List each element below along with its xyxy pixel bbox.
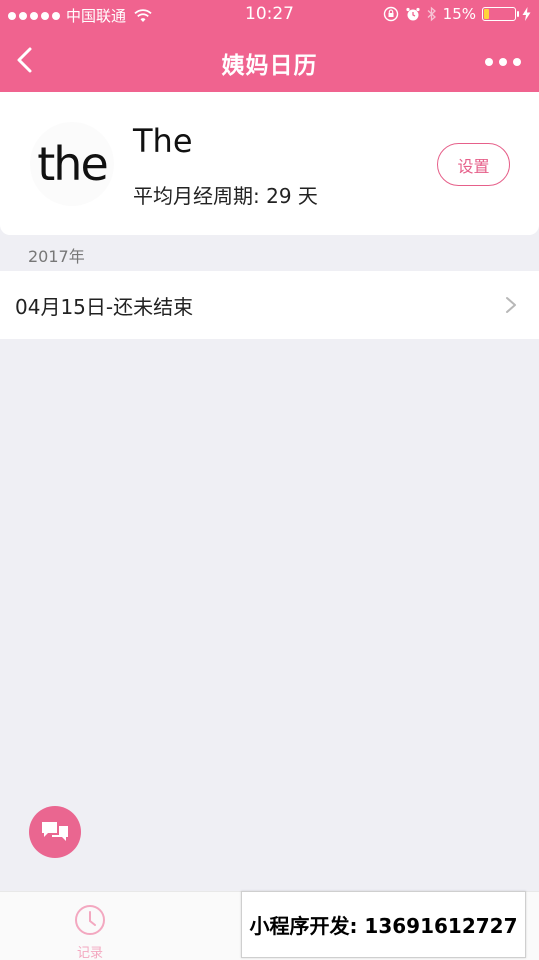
orientation-lock-icon <box>383 6 398 22</box>
year-heading: 2017年 <box>28 247 85 266</box>
battery-percent: 15% <box>442 5 476 23</box>
nav-bar: 姨妈日历 <box>0 30 539 92</box>
watermark-text: 小程序开发: 13691612727 <box>249 914 518 938</box>
list-item[interactable]: 04月15日-还未结束 <box>0 271 539 339</box>
average-cycle-text: 平均月经周期: 29 天 <box>133 184 318 208</box>
tab-record-label: 记录 <box>76 946 103 960</box>
battery-level <box>484 9 489 19</box>
chat-bubbles-icon <box>42 822 68 841</box>
charging-icon <box>522 7 531 21</box>
settings-button[interactable]: 设置 <box>437 143 510 186</box>
avatar: the <box>30 122 114 206</box>
watermark-banner: 小程序开发: 13691612727 <box>241 891 526 958</box>
status-bar: 中国联通 10:27 15% <box>0 0 539 30</box>
status-right: 15% <box>383 5 531 23</box>
record-label: 04月15日-还未结束 <box>15 294 194 319</box>
profile-name: The <box>133 122 193 160</box>
more-dots-icon[interactable] <box>485 58 521 66</box>
battery-icon <box>482 7 519 21</box>
chat-button[interactable] <box>29 806 81 858</box>
tab-record[interactable]: 记录 <box>58 904 122 960</box>
clock-icon <box>75 905 105 935</box>
page-title: 姨妈日历 <box>221 53 318 79</box>
screen: 中国联通 10:27 15% 姨妈日历 the The 平均月经周期: 29 天… <box>0 0 539 960</box>
chevron-right-icon <box>506 297 516 313</box>
bluetooth-icon <box>427 6 436 22</box>
alarm-icon <box>406 7 420 21</box>
